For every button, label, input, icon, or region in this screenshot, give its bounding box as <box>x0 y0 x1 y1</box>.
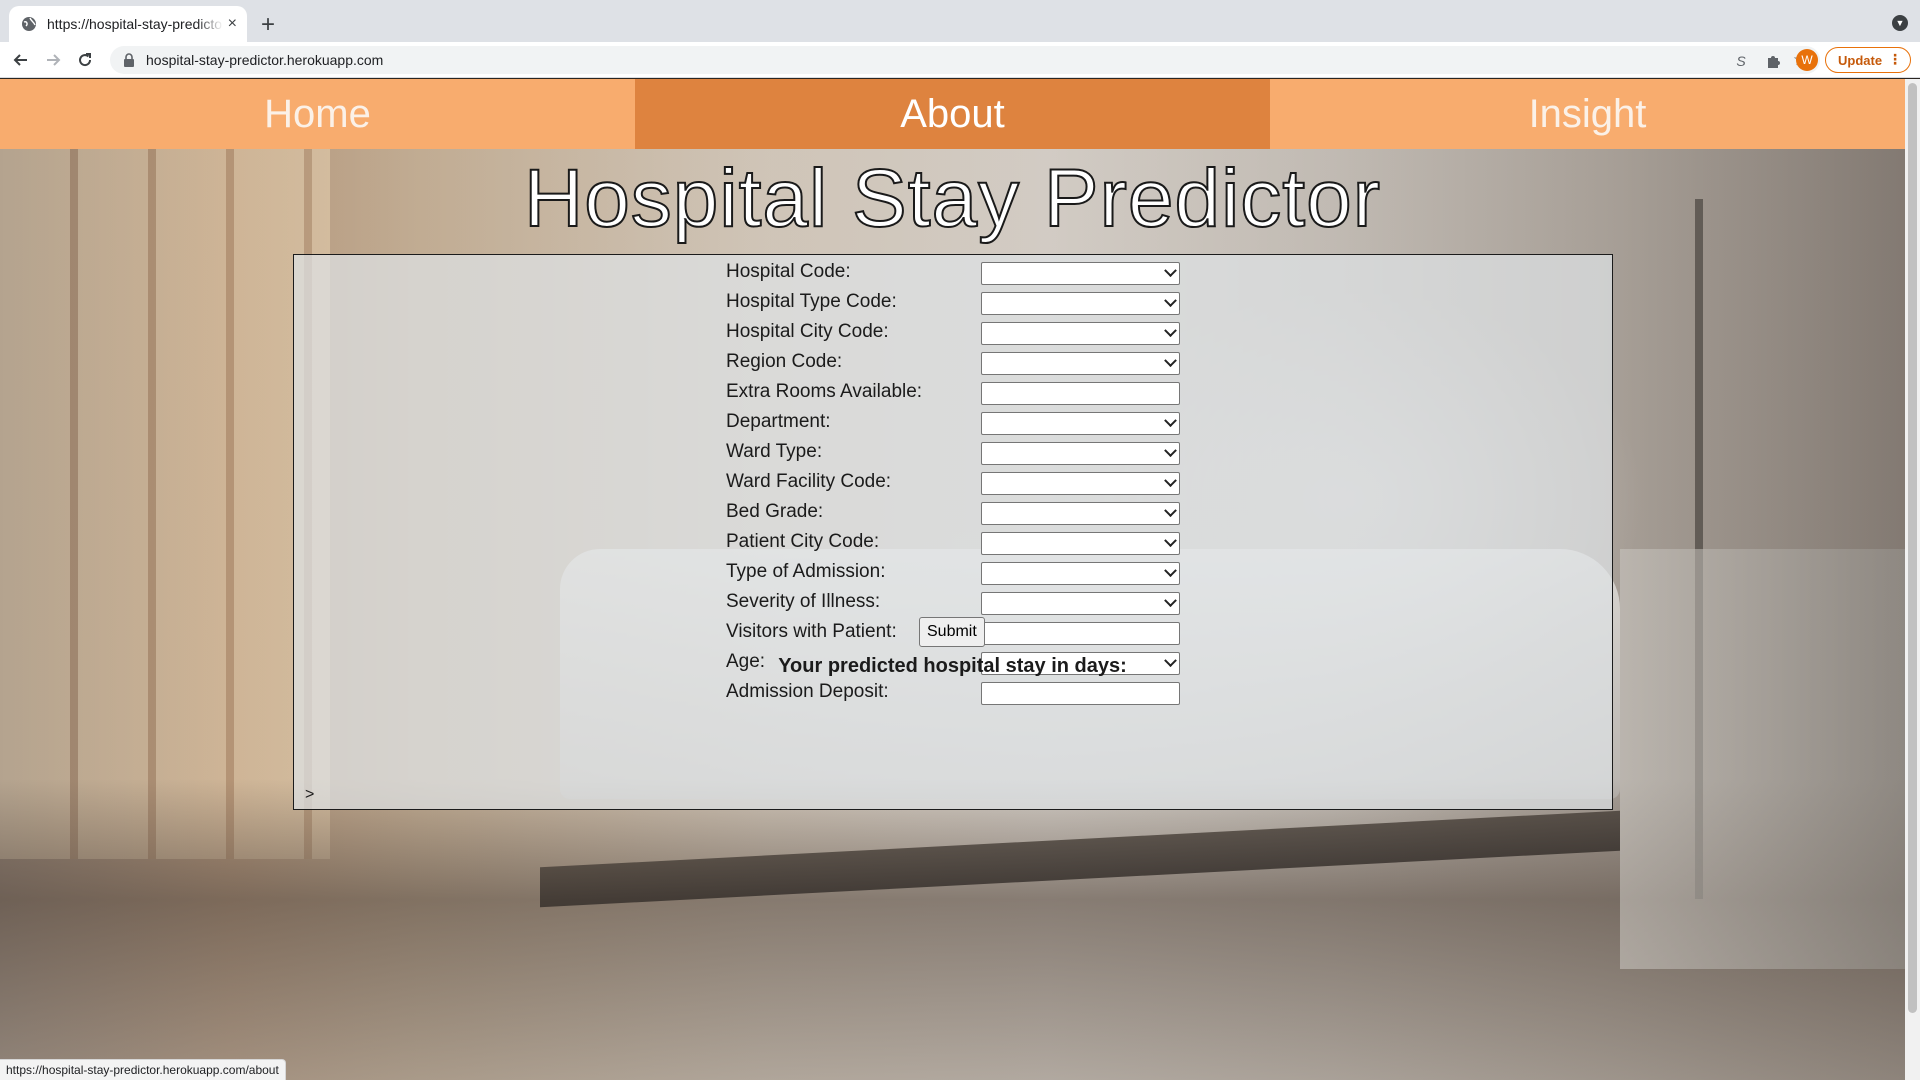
chevron-down-icon <box>1164 564 1177 578</box>
extensions-puzzle-icon[interactable] <box>1763 51 1783 71</box>
submit-button[interactable]: Submit <box>919 617 985 647</box>
ward-facility-code-select[interactable] <box>981 472 1180 495</box>
update-label: Update <box>1838 52 1883 68</box>
severity-of-illness-select[interactable] <box>981 592 1180 615</box>
visitors-with-patient-label: Visitors with Patient: <box>726 621 897 642</box>
browser-update-button[interactable]: Update ⋮ <box>1825 47 1911 73</box>
ward-facility-code-label: Ward Facility Code: <box>726 471 892 492</box>
form-row-bed-grade: Bed Grade: <box>726 498 1186 528</box>
chevron-down-icon <box>1164 504 1177 518</box>
hospital-city-code-select[interactable] <box>981 322 1180 345</box>
chevron-down-icon <box>1164 324 1177 338</box>
extra-rooms-available-label: Extra Rooms Available: <box>726 381 923 402</box>
visitors-with-patient-input[interactable] <box>981 622 1180 645</box>
hospital-city-code-label: Hospital City Code: <box>726 321 889 342</box>
tab-close-icon[interactable]: × <box>228 16 237 32</box>
chevron-down-icon <box>1164 444 1177 458</box>
form-row-department: Department: <box>726 408 1186 438</box>
page-viewport: Home About Insight Hospital Stay Predict… <box>0 79 1905 1080</box>
patient-city-code-label: Patient City Code: <box>726 531 880 552</box>
severity-of-illness-label: Severity of Illness: <box>726 591 881 612</box>
scrollbar-thumb[interactable] <box>1908 83 1917 1013</box>
lock-icon[interactable] <box>122 53 136 67</box>
chevron-down-icon <box>1164 594 1177 608</box>
more-menu-icon[interactable]: ⋮ <box>1888 51 1902 68</box>
profile-avatar[interactable]: W <box>1796 49 1818 71</box>
nav-about[interactable]: About <box>635 79 1270 149</box>
bed-grade-label: Bed Grade: <box>726 501 824 522</box>
type-of-admission-label: Type of Admission: <box>726 561 886 582</box>
nav-home[interactable]: Home <box>0 79 635 149</box>
patient-city-code-select[interactable] <box>981 532 1180 555</box>
form-row-type-of-admission: Type of Admission: <box>726 558 1186 588</box>
chevron-down-icon <box>1164 414 1177 428</box>
chevron-down-icon <box>1164 264 1177 278</box>
page-scrollbar[interactable] <box>1905 79 1920 1080</box>
result-output: > <box>305 786 315 803</box>
back-icon[interactable] <box>9 48 33 72</box>
address-bar[interactable]: hospital-stay-predictor.herokuapp.com ☆ <box>110 46 1820 74</box>
top-nav: Home About Insight <box>0 79 1905 149</box>
page-title: Hospital Stay Predictor <box>523 152 1381 245</box>
hospital-type-code-label: Hospital Type Code: <box>726 291 897 312</box>
extension-s-icon[interactable]: S <box>1731 51 1751 71</box>
prediction-form-panel: Hospital Code: Hospital Type Code: Hospita… <box>293 254 1613 810</box>
status-bar-link-preview: https://hospital-stay-predictor.herokuap… <box>0 1059 286 1080</box>
result-label: Your predicted hospital stay in days: <box>778 655 1127 677</box>
globe-icon <box>21 16 37 32</box>
region-code-select[interactable] <box>981 352 1180 375</box>
department-label: Department: <box>726 411 831 432</box>
browser-toolbar: hospital-stay-predictor.herokuapp.com ☆ … <box>0 42 1920 78</box>
form-row-severity-of-illness: Severity of Illness: <box>726 588 1186 618</box>
form-row-hospital-type-code: Hospital Type Code: <box>726 288 1186 318</box>
hospital-code-select[interactable] <box>981 262 1180 285</box>
type-of-admission-select[interactable] <box>981 562 1180 585</box>
tab-title: https://hospital-stay-predictor.herokuap… <box>47 16 223 32</box>
extra-rooms-available-input[interactable] <box>981 382 1180 405</box>
address-url: hospital-stay-predictor.herokuapp.com <box>146 52 384 68</box>
chevron-down-icon <box>1164 474 1177 488</box>
ward-type-label: Ward Type: <box>726 441 823 462</box>
admission-deposit-label: Admission Deposit: <box>726 681 889 702</box>
new-tab-button[interactable]: + <box>261 13 275 37</box>
form-row-hospital-city-code: Hospital City Code: <box>726 318 1186 348</box>
region-code-label: Region Code: <box>726 351 843 372</box>
form-row-extra-rooms-available: Extra Rooms Available: <box>726 378 1186 408</box>
chevron-down-icon <box>1164 354 1177 368</box>
form-row-patient-city-code: Patient City Code: <box>726 528 1186 558</box>
browser-tab-strip: https://hospital-stay-predictor.herokuap… <box>0 0 1920 42</box>
form-row-ward-facility-code: Ward Facility Code: <box>726 468 1186 498</box>
background-photo-cabinet <box>1620 549 1905 969</box>
form-row-region-code: Region Code: <box>726 348 1186 378</box>
tab-search-icon[interactable]: ▼ <box>1892 15 1908 31</box>
bed-grade-select[interactable] <box>981 502 1180 525</box>
hospital-type-code-select[interactable] <box>981 292 1180 315</box>
nav-insight[interactable]: Insight <box>1270 79 1905 149</box>
browser-tab[interactable]: https://hospital-stay-predictor.herokuap… <box>9 6 247 42</box>
form-row-hospital-code: Hospital Code: <box>726 258 1186 288</box>
ward-type-select[interactable] <box>981 442 1180 465</box>
forward-icon[interactable] <box>41 48 65 72</box>
form-row-admission-deposit: Admission Deposit: <box>726 678 1186 708</box>
reload-icon[interactable] <box>73 48 97 72</box>
chevron-down-icon <box>1164 534 1177 548</box>
chevron-down-icon <box>1164 294 1177 308</box>
hospital-code-label: Hospital Code: <box>726 261 851 282</box>
form-row-ward-type: Ward Type: <box>726 438 1186 468</box>
admission-deposit-input[interactable] <box>981 682 1180 705</box>
department-select[interactable] <box>981 412 1180 435</box>
